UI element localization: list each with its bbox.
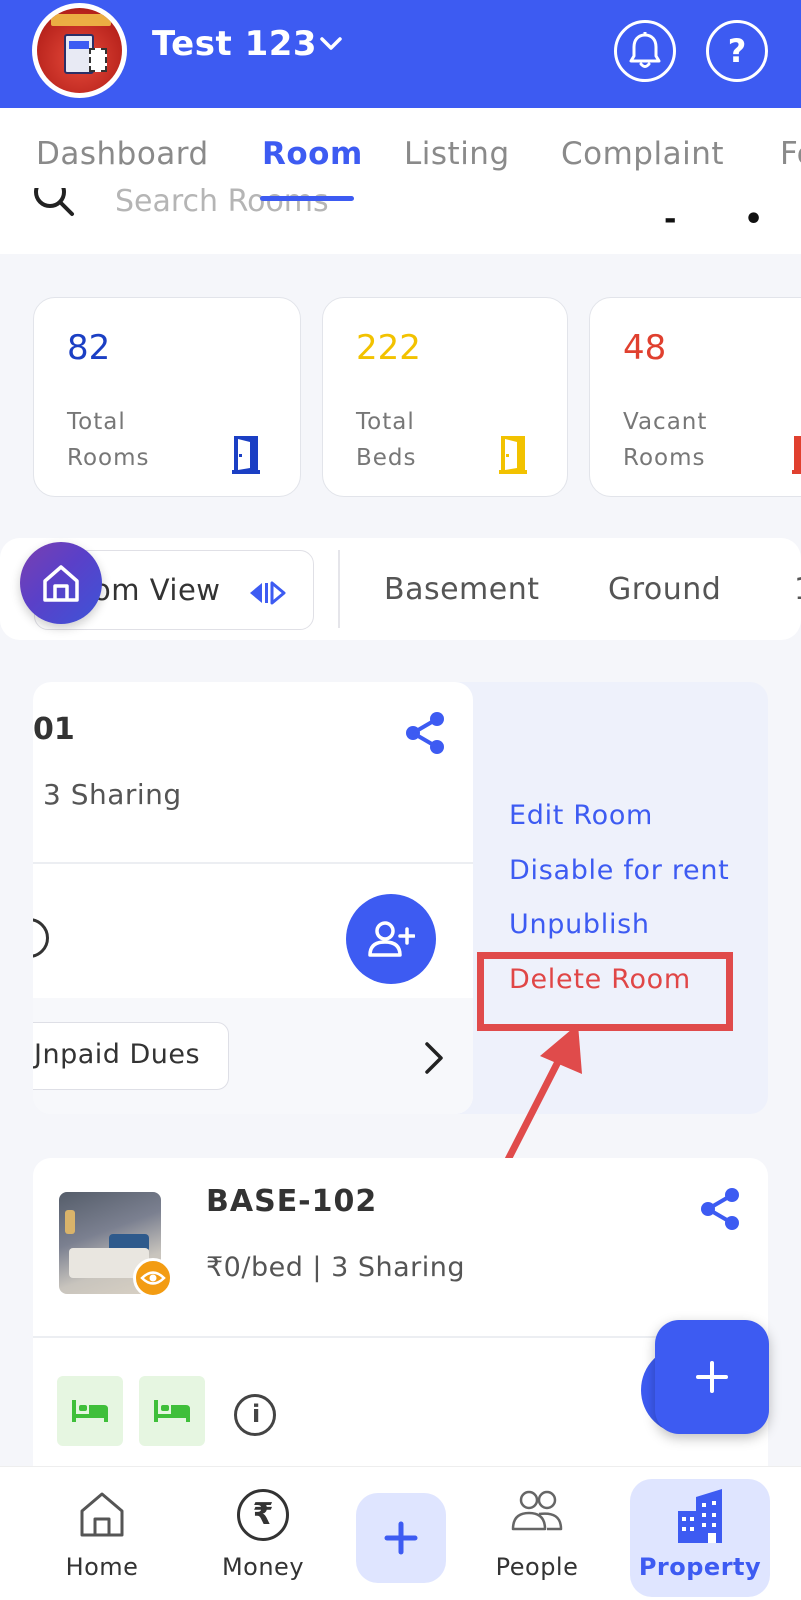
room-card[interactable]: BASE-102 ₹0/bed | 3 Sharing	[33, 1158, 768, 1478]
divider	[33, 862, 473, 864]
room-number: 01	[33, 712, 75, 747]
info-icon[interactable]	[33, 918, 49, 958]
question-icon: ?	[727, 32, 747, 70]
rupee-icon: ₹	[237, 1489, 289, 1541]
tab-room[interactable]: Room	[262, 136, 363, 172]
divider	[338, 550, 340, 628]
property-name[interactable]: Test 123	[152, 24, 317, 64]
eye-icon[interactable]	[133, 1258, 173, 1298]
floor-tab-first[interactable]: 1	[794, 572, 801, 607]
stat-value: 222	[356, 328, 421, 368]
swap-arrows-icon	[250, 581, 286, 605]
filter-icon[interactable]: -	[664, 202, 676, 237]
bed-icon	[154, 1400, 190, 1422]
floor-bar: om View Basement Ground 1	[0, 538, 801, 640]
share-icon[interactable]	[698, 1186, 742, 1232]
add-tenant-button[interactable]	[346, 894, 436, 984]
room-view-label: om View	[93, 573, 221, 607]
nav-add-button[interactable]	[356, 1493, 446, 1583]
share-icon[interactable]	[403, 710, 447, 756]
home-floating-button[interactable]	[20, 542, 102, 624]
nav-money[interactable]: ₹ Money	[193, 1467, 333, 1600]
more-options-icon[interactable]: •	[744, 202, 763, 237]
active-tab-indicator	[260, 196, 354, 201]
room-number: BASE-102	[206, 1184, 378, 1219]
main-tabs: Dashboard Room Listing Complaint Fe	[0, 108, 801, 188]
menu-disable-for-rent[interactable]: Disable for rent	[509, 855, 729, 886]
search-bar[interactable]: Search Rooms - •	[0, 188, 801, 254]
stat-value: 82	[67, 328, 111, 368]
stat-total-beds[interactable]: 222 Total Beds	[322, 297, 568, 497]
property-image	[37, 8, 122, 93]
unpaid-dues-chip[interactable]: Jnpaid Dues	[33, 1022, 229, 1090]
home-icon	[80, 1492, 124, 1537]
room-card-content[interactable]: 01 3 Sharing Jnpaid Dues	[33, 682, 473, 1114]
chevron-down-icon[interactable]	[320, 35, 342, 53]
menu-edit-room[interactable]: Edit Room	[509, 800, 653, 831]
bell-icon	[629, 32, 661, 68]
tab-listing[interactable]: Listing	[404, 136, 510, 172]
plus-icon	[696, 1361, 728, 1393]
stat-label: Vacant Rooms	[623, 409, 708, 471]
room-price-sharing: ₹0/bed | 3 Sharing	[206, 1252, 466, 1283]
add-room-fab[interactable]	[655, 1320, 769, 1434]
stat-label: Total Beds	[356, 409, 417, 471]
tab-more[interactable]: Fe	[780, 136, 801, 172]
search-icon	[34, 188, 74, 216]
info-icon[interactable]	[234, 1394, 276, 1436]
nav-property[interactable]: Property	[630, 1479, 770, 1597]
tab-complaint[interactable]: Complaint	[561, 136, 724, 172]
building-icon	[678, 1489, 722, 1543]
app-header: Test 123 ?	[0, 0, 801, 108]
room-card-swiped: 01 3 Sharing Jnpaid Dues	[33, 682, 768, 1114]
door-icon	[792, 436, 801, 474]
notifications-button[interactable]	[614, 20, 676, 82]
property-avatar[interactable]	[32, 3, 127, 98]
nav-people[interactable]: People	[467, 1467, 607, 1600]
help-button[interactable]: ?	[706, 20, 768, 82]
bed-slot[interactable]	[57, 1376, 123, 1446]
door-icon	[499, 436, 527, 474]
menu-unpublish[interactable]: Unpublish	[509, 909, 650, 940]
stat-value: 48	[623, 328, 667, 368]
floor-tab-ground[interactable]: Ground	[608, 572, 721, 607]
add-person-icon	[368, 921, 415, 957]
bottom-navigation: Home ₹ Money People Property	[0, 1466, 801, 1600]
tab-dashboard[interactable]: Dashboard	[36, 136, 209, 172]
search-input[interactable]: Search Rooms	[115, 188, 329, 219]
home-icon	[43, 565, 79, 602]
stat-total-rooms[interactable]: 82 Total Rooms	[33, 297, 301, 497]
room-sharing: 3 Sharing	[43, 778, 182, 811]
floor-tab-basement[interactable]: Basement	[384, 572, 540, 607]
bed-slot[interactable]	[139, 1376, 205, 1446]
people-icon	[511, 1490, 563, 1531]
door-icon	[232, 436, 260, 474]
plus-icon	[384, 1521, 418, 1555]
nav-home[interactable]: Home	[32, 1467, 172, 1600]
unpaid-dues-label: Jnpaid Dues	[34, 1039, 201, 1070]
stat-vacant-rooms[interactable]: 48 Vacant Rooms	[589, 297, 801, 497]
stat-label: Total Rooms	[67, 409, 150, 471]
bed-icon	[72, 1400, 108, 1422]
